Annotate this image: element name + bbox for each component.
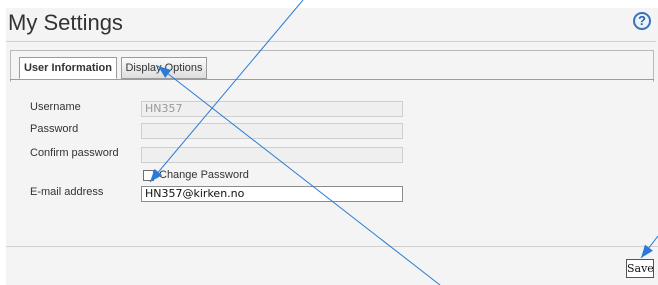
- page-title: My Settings: [8, 10, 123, 35]
- change-password-checkbox[interactable]: [143, 170, 154, 181]
- confirm-password-field: [141, 147, 403, 163]
- tab-baseline: [10, 79, 654, 80]
- password-field: [141, 123, 403, 139]
- title-divider: [6, 41, 656, 42]
- save-button[interactable]: Save: [626, 259, 654, 278]
- change-password-label[interactable]: Change Password: [159, 169, 249, 181]
- password-label: Password: [30, 123, 79, 135]
- username-label: Username: [30, 101, 81, 113]
- footer-divider: [6, 246, 658, 247]
- email-field[interactable]: HN357@kirken.no: [141, 186, 403, 202]
- tab-user-information[interactable]: User Information: [19, 57, 117, 79]
- help-icon[interactable]: ?: [633, 12, 651, 30]
- confirm-password-label: Confirm password: [30, 147, 119, 159]
- tab-display-options[interactable]: Display Options: [121, 57, 207, 79]
- email-label: E-mail address: [30, 186, 104, 198]
- username-field: HN357: [141, 101, 403, 117]
